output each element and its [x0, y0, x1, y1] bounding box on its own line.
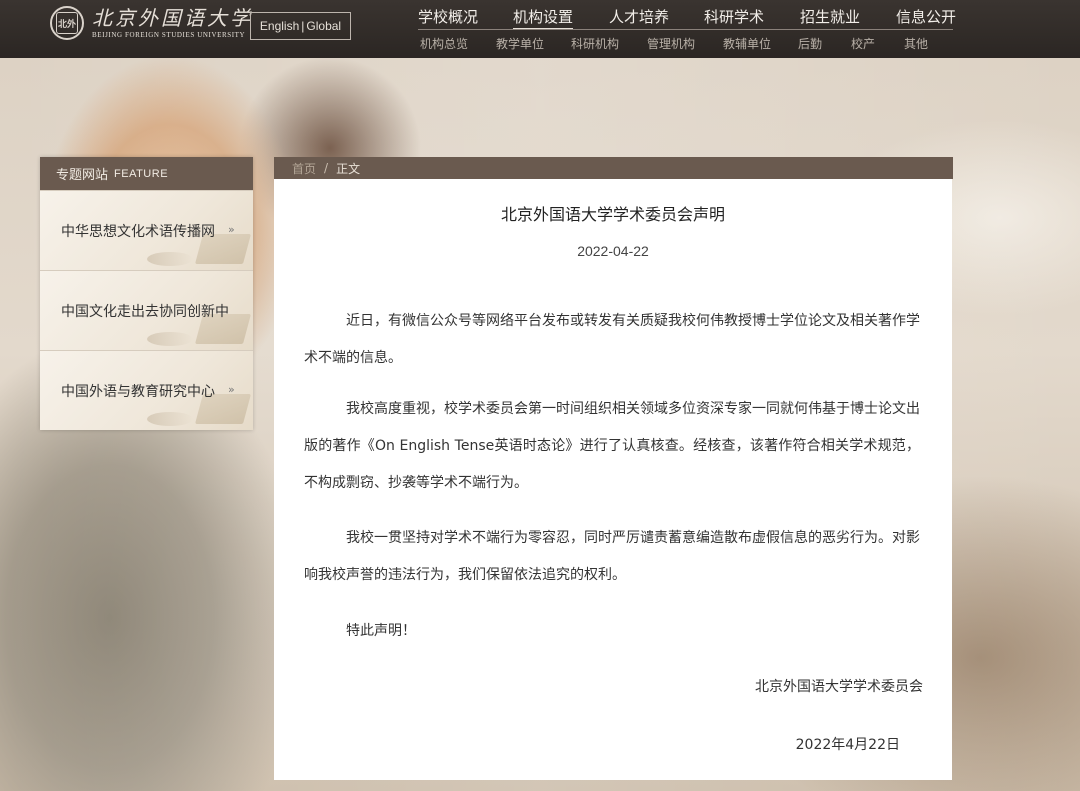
- feature-link-education-center[interactable]: 中国外语与教育研究中心 »: [40, 350, 253, 430]
- subnav-item-enterprise[interactable]: 校产: [851, 35, 875, 52]
- language-switch-button[interactable]: English | Global: [250, 12, 351, 40]
- article-panel: 北京外国语大学学术委员会声明 2022-04-22 近日，有微信公众号等网络平台…: [274, 179, 952, 780]
- nav-item-admissions[interactable]: 招生就业: [800, 6, 860, 27]
- article-paragraph: 特此声明！: [346, 623, 416, 639]
- feature-sidebar: 专题网站 FEATURE 中华思想文化术语传播网 » 中国文化走出去协同创新中 …: [40, 157, 253, 430]
- university-seal-icon: 北外: [50, 6, 84, 40]
- breadcrumb-separator: /: [324, 161, 329, 175]
- feature-link-label: 中国文化走出去协同创新中: [61, 304, 229, 320]
- logo-english-name: BEIJING FOREIGN STUDIES UNIVERSITY: [92, 31, 246, 39]
- sidebar-title: 专题网站: [56, 168, 109, 183]
- article-date: 2022-04-22: [577, 243, 649, 259]
- lang-global-link[interactable]: Global: [306, 19, 341, 33]
- nav-item-institutions[interactable]: 机构设置: [513, 6, 574, 30]
- lang-divider: |: [301, 19, 305, 33]
- breadcrumb: 首页 / 正文: [274, 157, 953, 179]
- feature-decoration: [147, 252, 193, 266]
- lang-english-link[interactable]: English: [260, 19, 299, 33]
- university-logo[interactable]: 北外 北京外国语大学 BEIJING FOREIGN STUDIES UNIVE…: [50, 6, 253, 40]
- feature-link-terminology[interactable]: 中华思想文化术语传播网 »: [40, 190, 253, 270]
- feature-decoration: [147, 412, 193, 426]
- subnav-item-teaching[interactable]: 教学单位: [496, 35, 544, 52]
- article-title: 北京外国语大学学术委员会声明: [500, 205, 725, 224]
- feature-decoration: [147, 332, 193, 346]
- article-paragraph: 近日，有微信公众号等网络平台发布或转发有关质疑我校何伟教授博士学位论文及相关著作…: [304, 313, 920, 366]
- breadcrumb-current: 正文: [336, 161, 361, 176]
- site-header: 北外 北京外国语大学 BEIJING FOREIGN STUDIES UNIVE…: [0, 0, 1080, 58]
- logo-chinese-name: 北京外国语大学: [92, 6, 253, 30]
- nav-divider: [418, 29, 953, 30]
- article-signature: 北京外国语大学学术委员会: [755, 679, 923, 695]
- nav-item-education[interactable]: 人才培养: [609, 6, 669, 27]
- subnav-item-logistics[interactable]: 后勤: [798, 35, 822, 52]
- article-paragraph: 我校高度重视，校学术委员会第一时间组织相关领域多位资深专家一同就何伟基于博士论文…: [304, 401, 920, 491]
- subnav-item-research[interactable]: 科研机构: [571, 35, 619, 52]
- nav-item-research[interactable]: 科研学术: [704, 6, 764, 27]
- subnav-item-overview[interactable]: 机构总览: [420, 35, 468, 52]
- subnav-item-other[interactable]: 其他: [904, 35, 928, 52]
- double-chevron-right-icon: »: [228, 223, 235, 236]
- sub-nav: 机构总览 教学单位 科研机构 管理机构 教辅单位 后勤 校产 其他: [400, 35, 960, 51]
- feature-link-culture[interactable]: 中国文化走出去协同创新中: [40, 270, 253, 350]
- feature-link-label: 中国外语与教育研究中心: [61, 384, 215, 400]
- nav-item-disclosure[interactable]: 信息公开: [896, 6, 956, 27]
- subnav-item-admin[interactable]: 管理机构: [647, 35, 695, 52]
- main-nav: 学校概况 机构设置 人才培养 科研学术 招生就业 信息公开: [400, 6, 960, 30]
- article-sign-date: 2022年4月22日: [795, 737, 900, 753]
- sidebar-header: 专题网站 FEATURE: [40, 157, 253, 190]
- sidebar-title-en: FEATURE: [114, 167, 169, 180]
- subnav-item-support[interactable]: 教辅单位: [723, 35, 771, 52]
- double-chevron-right-icon: »: [228, 383, 235, 396]
- breadcrumb-home-link[interactable]: 首页: [292, 160, 316, 177]
- article-paragraph: 我校一贯坚持对学术不端行为零容忍，同时严厉谴责蓄意编造散布虚假信息的恶劣行为。对…: [304, 530, 920, 583]
- feature-link-label: 中华思想文化术语传播网: [61, 224, 215, 240]
- nav-item-overview[interactable]: 学校概况: [418, 6, 478, 27]
